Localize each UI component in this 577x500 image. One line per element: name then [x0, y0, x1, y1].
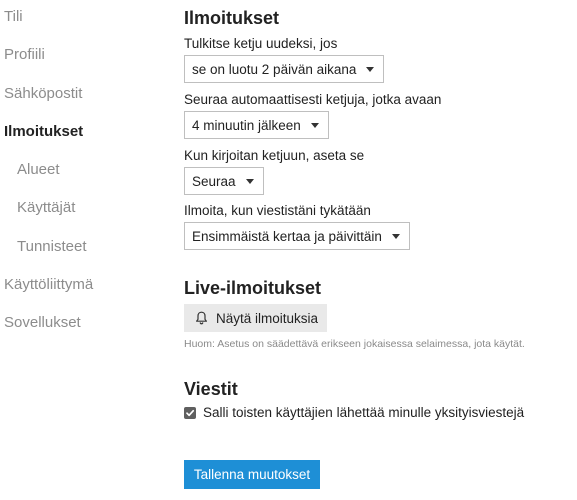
check-icon — [186, 409, 195, 416]
sidebar-item-apps[interactable]: Sovellukset — [4, 314, 81, 331]
sidebar-item-profile[interactable]: Profiili — [4, 46, 45, 63]
sidebar-item-interface[interactable]: Käyttöliittymä — [4, 276, 93, 293]
allow-private-messages-row: Salli toisten käyttäjien lähettää minull… — [184, 405, 524, 420]
caret-down-icon — [391, 233, 400, 239]
on-reply-select[interactable]: Seuraa — [184, 167, 264, 195]
caret-down-icon — [310, 122, 319, 128]
on-reply-label: Kun kirjoitan ketjuun, aseta se — [184, 148, 365, 163]
caret-down-icon — [366, 66, 375, 72]
on-reply-select-value: Seuraa — [192, 173, 236, 189]
like-notify-label: Ilmoita, kun viestistäni tykätään — [184, 203, 371, 218]
show-notifications-button[interactable]: Näytä ilmoituksia — [184, 304, 327, 332]
bell-icon — [196, 311, 207, 325]
sidebar-item-categories[interactable]: Alueet — [17, 161, 60, 178]
sidebar-item-account[interactable]: Tili — [4, 8, 23, 25]
new-topic-select-value: se on luotu 2 päivän aikana — [192, 61, 357, 77]
allow-private-messages-label: Salli toisten käyttäjien lähettää minull… — [203, 405, 525, 420]
sidebar-item-tags[interactable]: Tunnisteet — [17, 238, 87, 255]
show-notifications-label: Näytä ilmoituksia — [216, 310, 319, 326]
save-changes-button[interactable]: Tallenna muutokset — [184, 460, 320, 489]
auto-track-select[interactable]: 4 minuutin jälkeen — [184, 111, 329, 139]
messages-heading: Viestit — [184, 379, 238, 399]
like-notify-select-value: Ensimmäistä kertaa ja päivittäin — [192, 228, 382, 244]
like-notify-select[interactable]: Ensimmäistä kertaa ja päivittäin — [184, 222, 410, 250]
notifications-heading: Ilmoitukset — [184, 8, 280, 28]
new-topic-select[interactable]: se on luotu 2 päivän aikana — [184, 55, 385, 83]
allow-private-messages-checkbox[interactable] — [184, 406, 196, 419]
live-notifications-heading: Live-ilmoitukset — [184, 278, 322, 298]
sidebar-item-emails[interactable]: Sähköpostit — [4, 85, 82, 102]
auto-track-select-value: 4 minuutin jälkeen — [192, 117, 301, 133]
auto-track-label: Seuraa automaattisesti ketjuja, jotka av… — [184, 92, 442, 107]
sidebar-item-users[interactable]: Käyttäjät — [17, 199, 75, 216]
new-topic-label: Tulkitse ketju uudeksi, jos — [184, 36, 338, 51]
sidebar-item-notifications[interactable]: Ilmoitukset — [4, 123, 83, 140]
live-notifications-note: Huom: Asetus on säädettävä erikseen joka… — [184, 338, 525, 350]
caret-down-icon — [245, 178, 254, 184]
